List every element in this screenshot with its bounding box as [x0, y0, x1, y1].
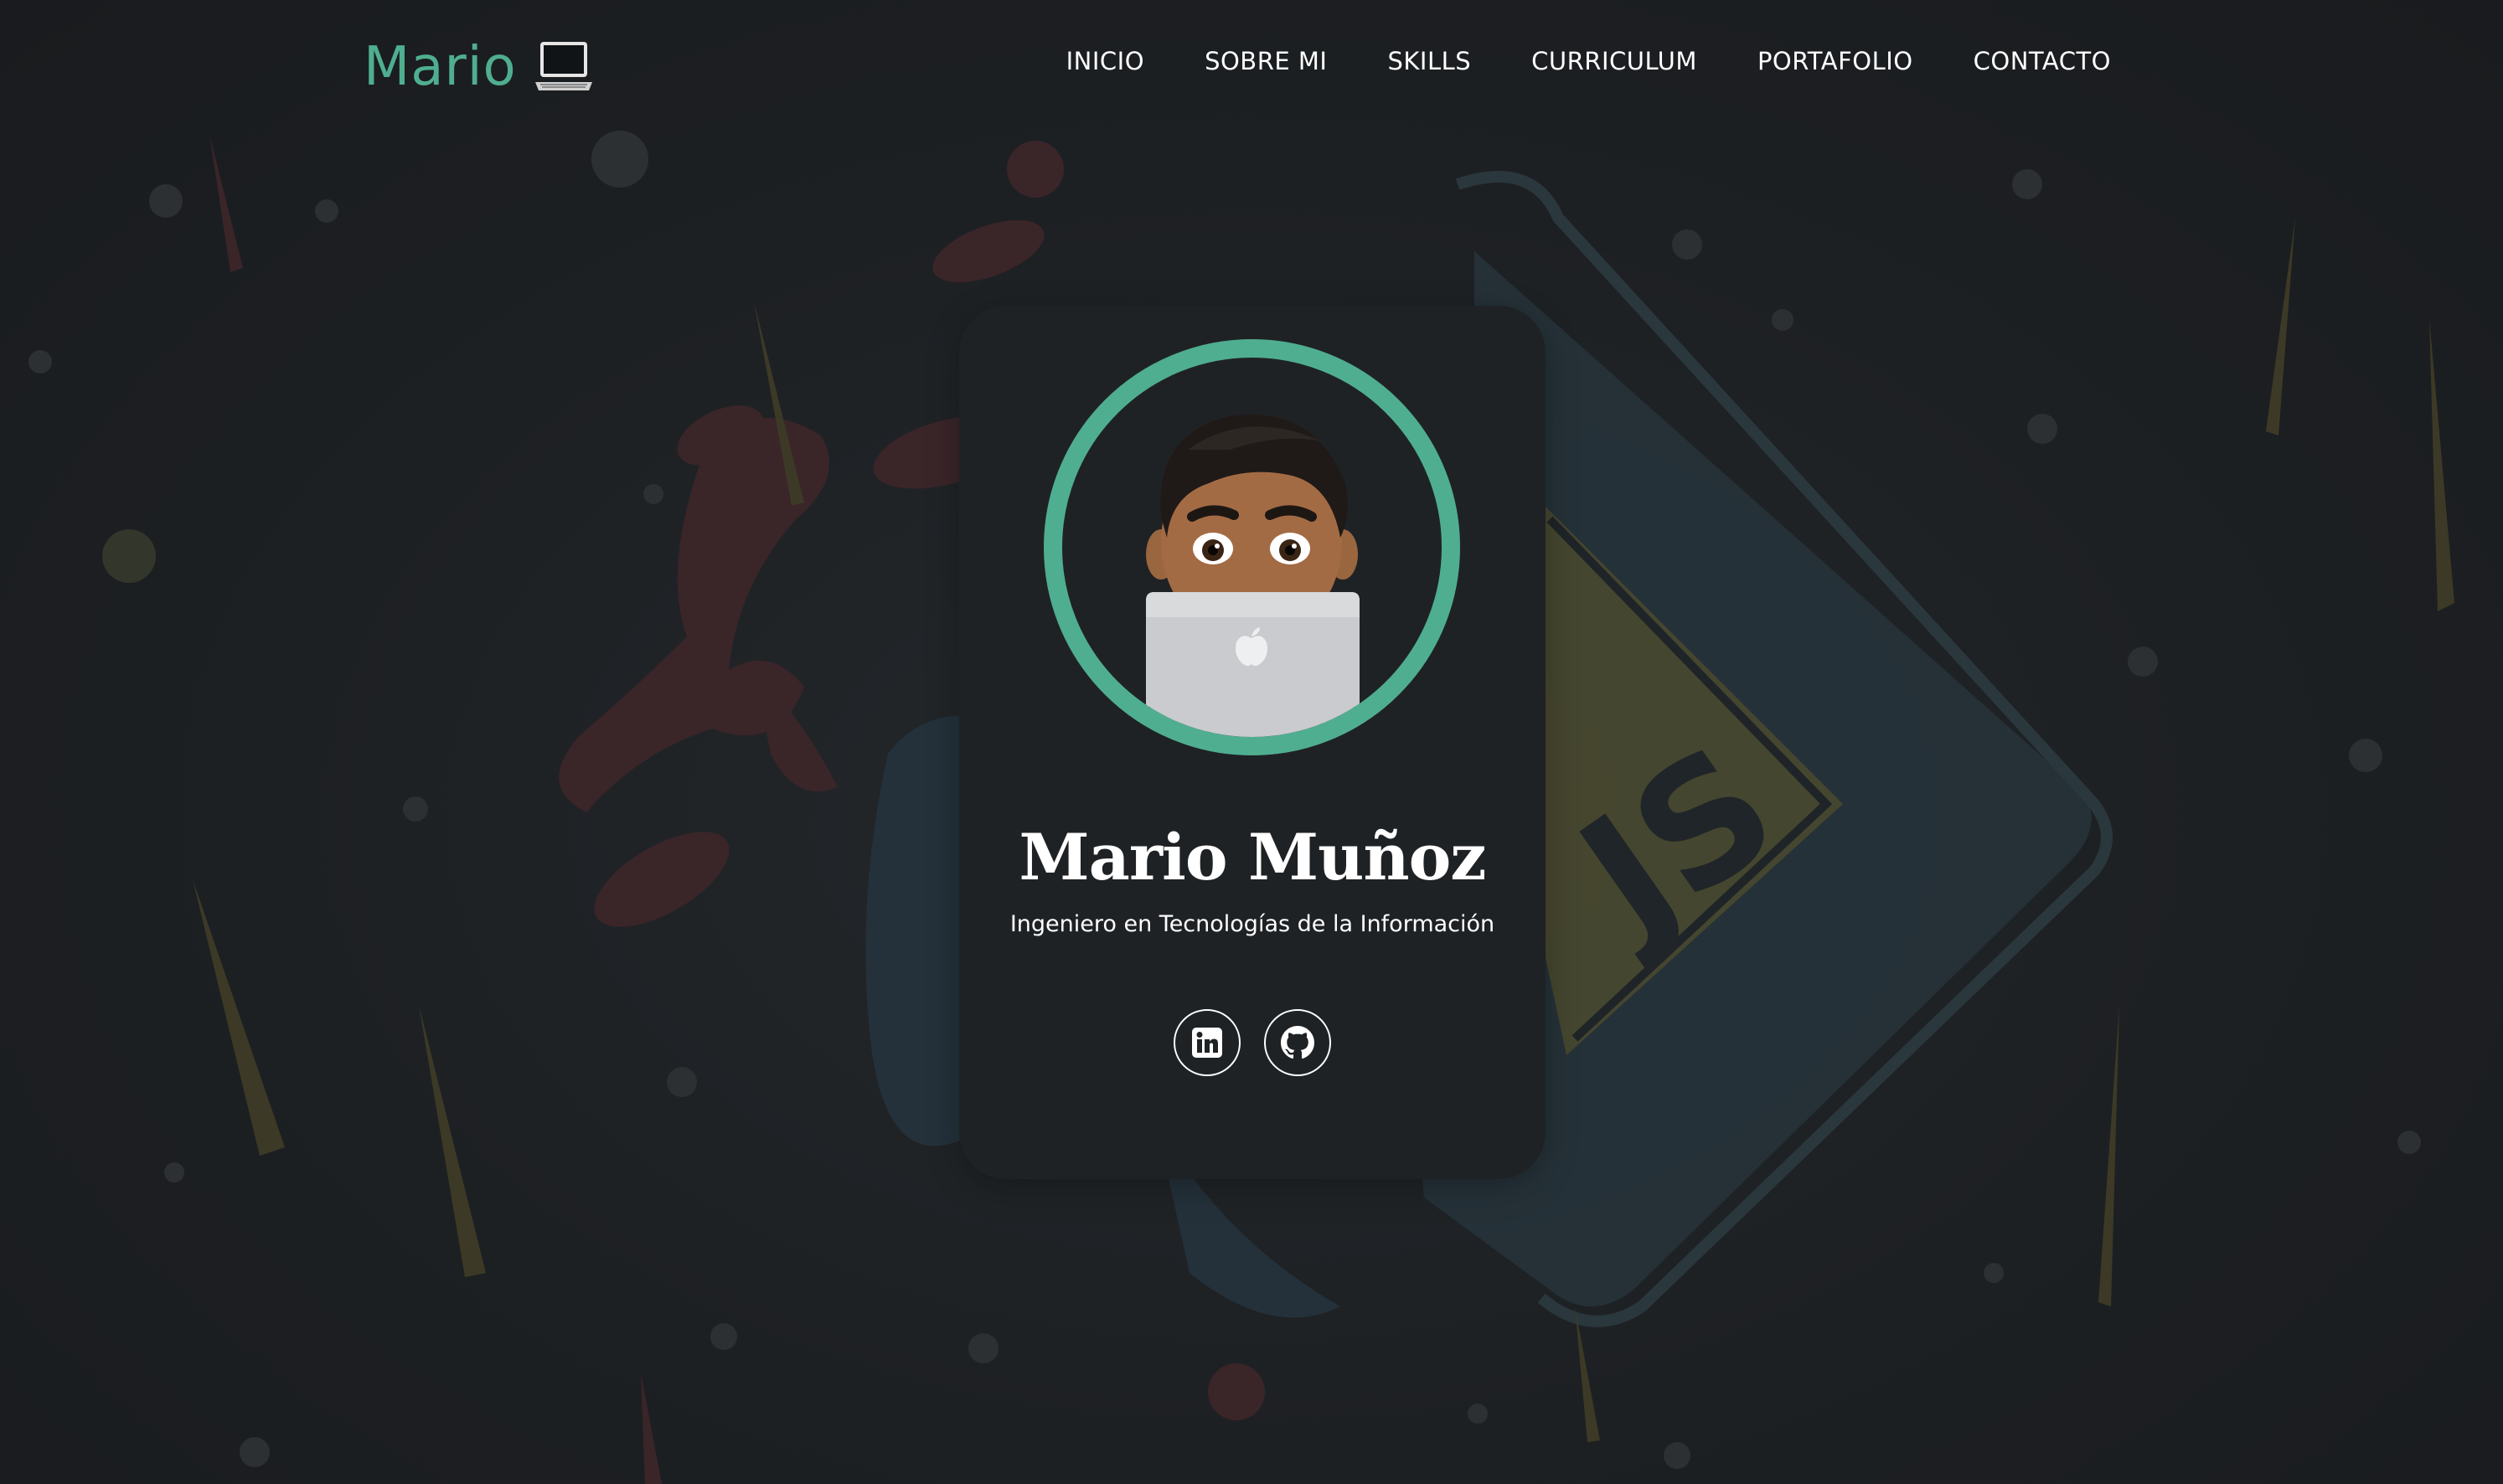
- brand-name[interactable]: Mario: [364, 36, 517, 98]
- profile-subtitle: Ingeniero en Tecnologías de la Informaci…: [1009, 911, 1495, 937]
- memoji-avatar-image: [1146, 414, 1360, 737]
- nav-link-inicio[interactable]: INICIO: [1066, 47, 1144, 75]
- brand-logo[interactable]: Mario: [364, 25, 596, 109]
- nav-link-portafolio[interactable]: PORTAFOLIO: [1757, 47, 1913, 75]
- github-icon: [1281, 1026, 1314, 1059]
- red-streaks: [209, 134, 662, 1484]
- nav-link-contacto[interactable]: CONTACTO: [1974, 47, 2111, 75]
- github-button[interactable]: [1264, 1009, 1331, 1076]
- nav-link-sobre-mi[interactable]: SOBRE MI: [1205, 47, 1327, 75]
- social-links: [959, 1009, 1546, 1076]
- profile-name: Mario Muñoz: [1019, 820, 1487, 894]
- profile-card: Mario Muñoz Ingeniero en Tecnologías de …: [959, 306, 1546, 1179]
- nav-link-curriculum[interactable]: CURRICULUM: [1531, 47, 1697, 75]
- linkedin-icon: [1192, 1028, 1222, 1058]
- nav-link-skills[interactable]: SKILLS: [1387, 47, 1471, 75]
- laptop-icon: [534, 42, 592, 90]
- page: JS Mario INICIO SOBRE MI SKILLS CURRICUL…: [0, 0, 2503, 1484]
- top-navigation-bar: Mario INICIO SOBRE MI SKILLS CURRICULUM …: [0, 0, 2503, 134]
- avatar: [1044, 339, 1460, 755]
- main-navigation: INICIO SOBRE MI SKILLS CURRICULUM PORTAF…: [1066, 47, 2111, 75]
- linkedin-button[interactable]: [1174, 1009, 1241, 1076]
